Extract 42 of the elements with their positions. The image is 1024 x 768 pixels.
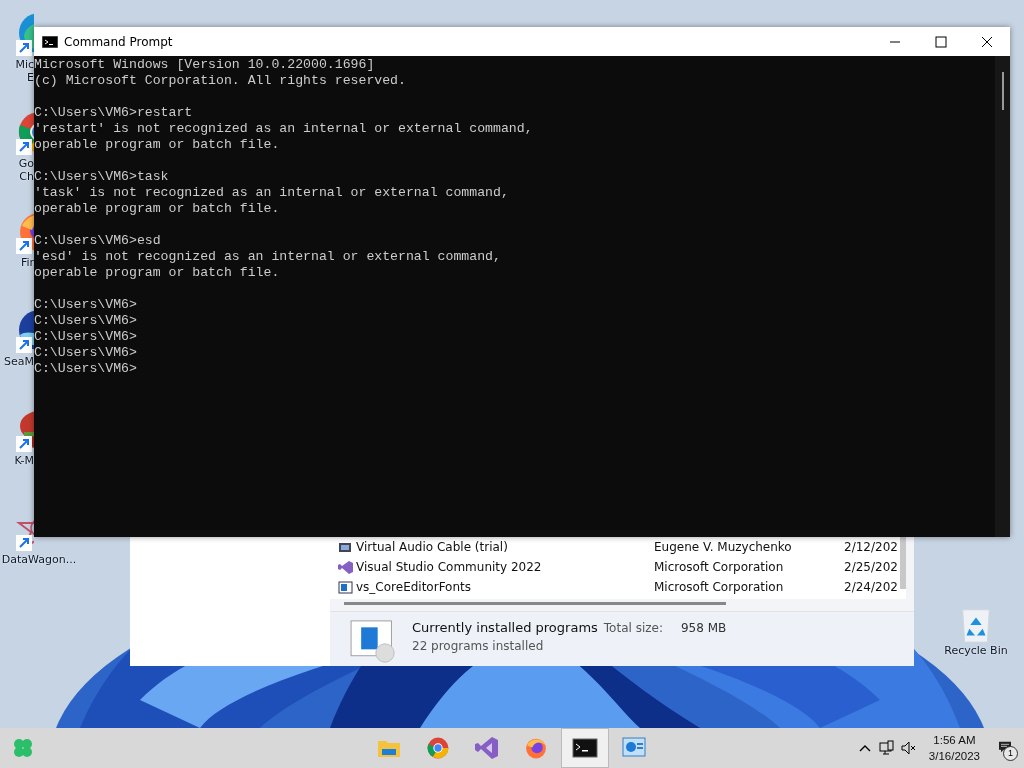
console-line: operable program or batch file. [34,137,281,153]
console-line: C:\Users\VM6> [34,297,138,313]
notification-count: 1 [1003,746,1018,761]
date-cell-text: 2/25/202 [843,560,899,574]
publisher-cell-text: Eugene V. Muzychenko [653,540,793,554]
icon-label[interactable]: K-M [0,454,34,467]
console-line: C:\Users\VM6> [34,345,138,360]
console-line: C:\Users\VM6> [34,329,138,345]
date-cell-text: 2/24/202 [843,580,899,594]
program-name[interactable]: Visual Studio Community 2022 [330,559,648,575]
console-line: operable program or batch file. [34,265,281,281]
icon-label[interactable]: DataWagon... [0,553,78,566]
icon-label[interactable]: Ch [0,170,34,183]
program-name[interactable]: Virtual Audio Cable (trial) [330,539,648,555]
console-line: C:\Users\VM6>restart [34,105,194,121]
console-line: 'esd' is not recognized as an internal or external command, [34,249,502,265]
console-line: 'task' is not recognized as an internal or external command, [34,185,510,201]
console-line: Microsoft Windows [Version 10.0.22000.1696] [34,57,376,73]
summary-title: Currently installed programs [412,620,598,635]
size-label: Total size: [603,621,663,635]
icon-label[interactable]: Recycle Bin [944,644,1008,657]
console-line: C:\Users\VM6> [34,313,138,329]
size-value: 958 MB [681,621,727,635]
notifications-button[interactable]: 1 [992,735,1018,761]
publisher-cell-text: Microsoft Corporation [653,560,785,574]
console-line: (c) Microsoft Corporation. All rights reserved. [34,73,407,89]
icon-label[interactable]: E [0,71,34,84]
icon-label[interactable]: SeaM [0,355,34,368]
console-line: operable program or batch file. [34,201,281,217]
program-count: 22 programs installed [412,639,545,653]
icon-label[interactable]: Mic [0,58,34,71]
console-line: C:\Users\VM6> [34,361,138,377]
date-cell-text: 2/12/202 [843,540,899,554]
program-name[interactable]: vs_CoreEditorFonts [330,579,648,595]
window-title: Command Prompt [64,34,174,49]
publisher-cell-text: Microsoft Corporation [653,580,785,594]
console-line: 'restart' is not recognized as an internal or external command, [34,121,534,137]
clock[interactable]: 1:56 AM 3/16/2023 [928,732,980,764]
console-line: C:\Users\VM6>esd [34,233,162,249]
icon-label[interactable]: Go [0,157,34,170]
icon-label[interactable]: Fir [0,256,34,269]
console-line: C:\Users\VM6>task [34,169,170,185]
